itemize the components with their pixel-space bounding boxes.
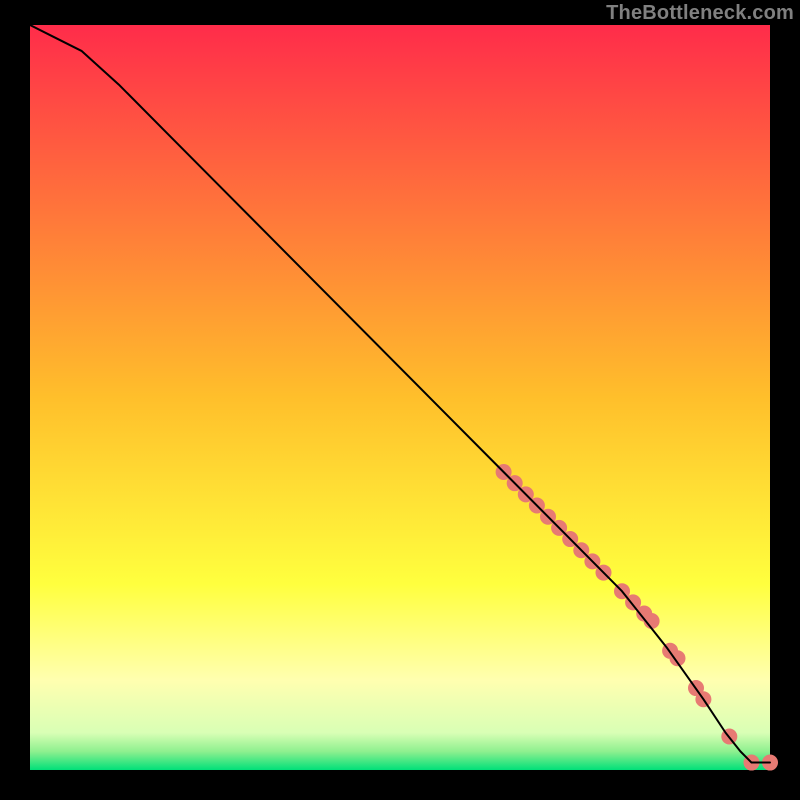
plot-background xyxy=(30,25,770,770)
chart-svg xyxy=(0,0,800,800)
chart-container: TheBottleneck.com xyxy=(0,0,800,800)
